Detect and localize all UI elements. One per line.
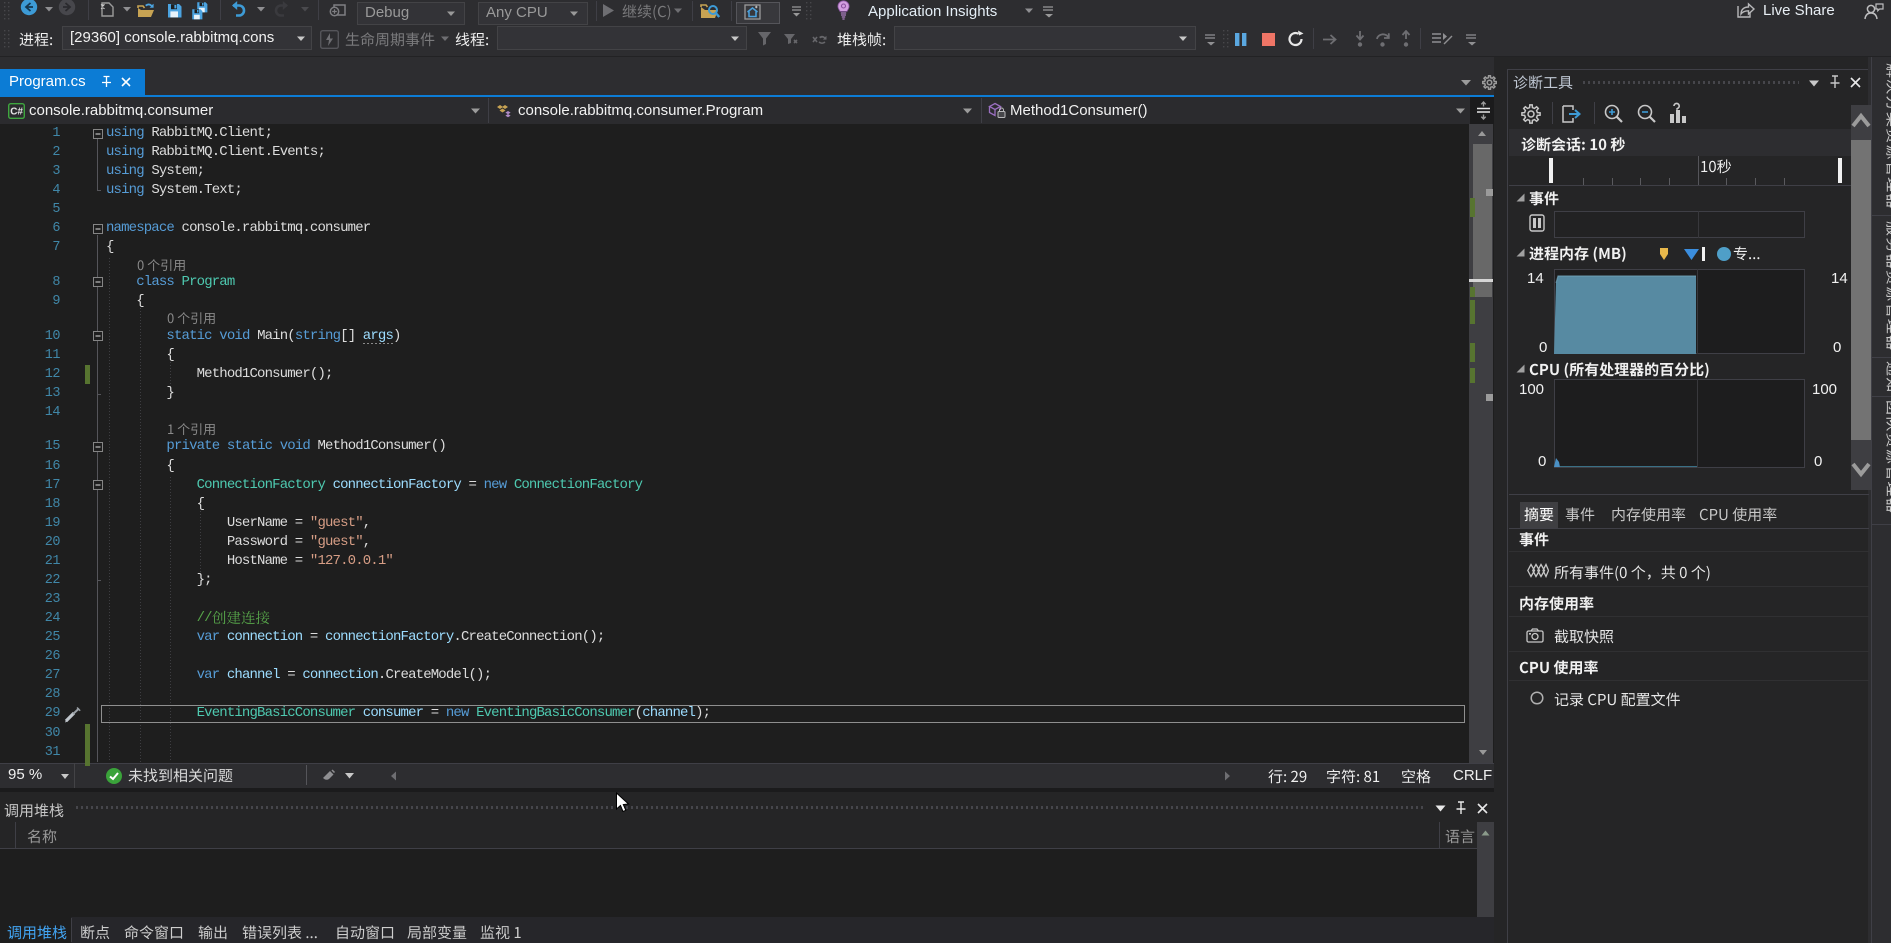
svg-text:C#: C#	[10, 107, 23, 118]
